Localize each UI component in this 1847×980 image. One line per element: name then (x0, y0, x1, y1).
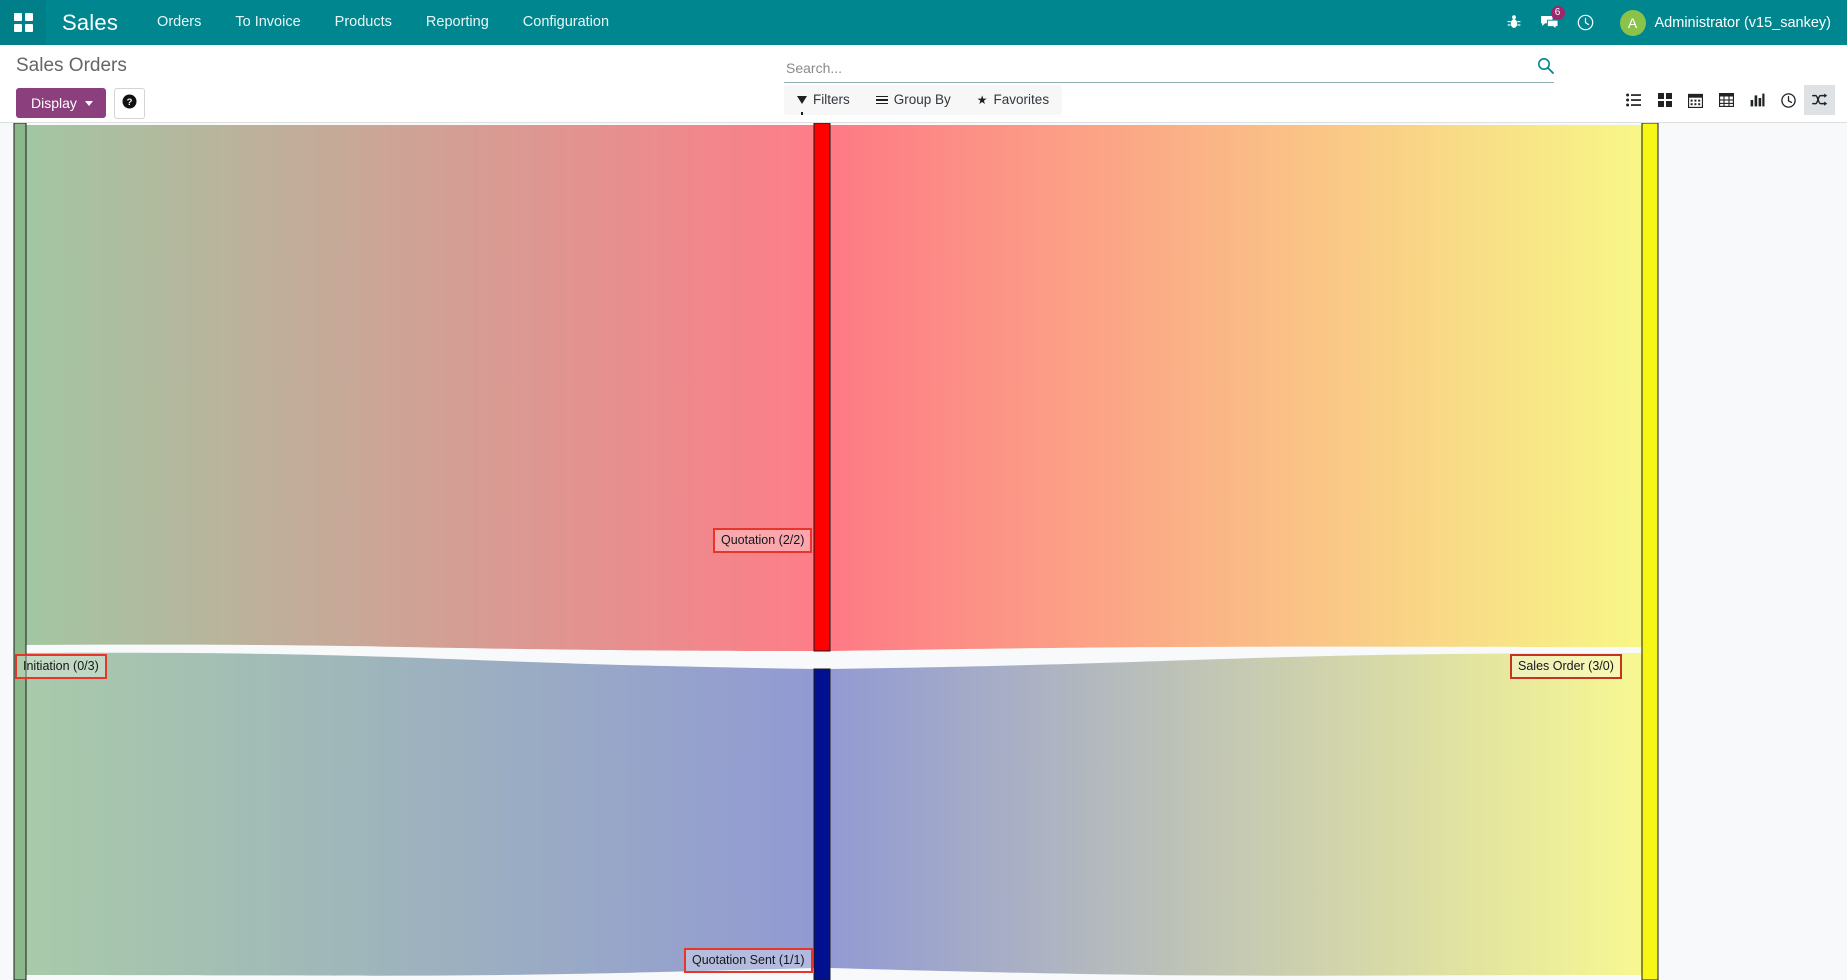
app-brand-sales[interactable]: Sales (46, 10, 140, 36)
view-switcher-calendar[interactable] (1680, 85, 1711, 115)
view-switcher-activity[interactable] (1773, 85, 1804, 115)
view-switcher-sankey[interactable] (1804, 85, 1835, 115)
debug-bug-icon[interactable] (1496, 0, 1532, 45)
apps-grid-icon (14, 13, 33, 32)
page-title: Sales Orders (16, 53, 127, 79)
clock-view-icon (1781, 93, 1796, 108)
nav-item-reporting[interactable]: Reporting (409, 0, 506, 45)
search-bar[interactable] (784, 57, 1554, 83)
group-by-label: Group By (894, 85, 951, 115)
hamburger-lines-icon (876, 96, 888, 105)
sankey-link-initiation-quotation[interactable] (26, 125, 814, 651)
view-switcher-list[interactable] (1618, 85, 1649, 115)
control-panel-bottom-row: Display ? Filters Group By ★ Favor (0, 83, 1847, 123)
nav-item-orders[interactable]: Orders (140, 0, 218, 45)
username-label: Administrator (v15_sankey) (1655, 15, 1832, 31)
navbar-systray: 6 A Administrator (v15_sankey) (1496, 0, 1832, 45)
display-button-label: Display (31, 95, 77, 111)
favorites-label: Favorites (994, 85, 1050, 115)
display-button[interactable]: Display (16, 88, 106, 118)
sankey-node-quotation[interactable] (814, 123, 830, 651)
sankey-link-quotation-sent-sales-order[interactable] (830, 653, 1642, 976)
nav-item-products[interactable]: Products (318, 0, 409, 45)
filters-dropdown-button[interactable]: Filters (784, 85, 863, 115)
search-facets-group: Filters Group By ★ Favorites (784, 85, 1062, 115)
user-menu[interactable]: A Administrator (v15_sankey) (1604, 10, 1832, 36)
view-switcher (1618, 85, 1835, 115)
sankey-node-initiation[interactable] (14, 123, 26, 980)
group-by-dropdown-button[interactable]: Group By (863, 85, 964, 115)
apps-menu-button[interactable] (0, 0, 46, 45)
messages-button[interactable]: 6 (1532, 0, 1568, 45)
sankey-label-sales-order[interactable]: Sales Order (3/0) (1510, 654, 1622, 679)
svg-text:?: ? (127, 97, 133, 108)
search-icon[interactable] (1529, 57, 1554, 79)
sankey-label-quotation-sent[interactable]: Quotation Sent (1/1) (684, 948, 813, 973)
bar-chart-view-icon (1750, 93, 1765, 107)
filters-label: Filters (813, 85, 850, 115)
sankey-node-sales-order[interactable] (1642, 123, 1658, 980)
nav-item-to-invoice[interactable]: To Invoice (218, 0, 317, 45)
sankey-chart: Initiation (0/3) Quotation (2/2) Quotati… (0, 123, 1847, 980)
top-navbar: Sales Orders To Invoice Products Reporti… (0, 0, 1847, 45)
kanban-view-icon (1658, 93, 1672, 107)
chevron-down-icon (85, 101, 93, 106)
question-mark-circle-icon: ? (122, 94, 137, 113)
activity-clock-icon[interactable] (1568, 0, 1604, 45)
nav-item-configuration[interactable]: Configuration (506, 0, 626, 45)
favorites-dropdown-button[interactable]: ★ Favorites (964, 85, 1062, 115)
help-button[interactable]: ? (114, 88, 145, 119)
list-view-icon (1626, 93, 1641, 107)
sankey-label-quotation[interactable]: Quotation (2/2) (713, 528, 812, 553)
control-panel: Sales Orders Display ? (0, 45, 1847, 123)
view-switcher-kanban[interactable] (1649, 85, 1680, 115)
search-input[interactable] (784, 60, 1529, 77)
messages-count-badge: 6 (1551, 6, 1565, 20)
avatar: A (1620, 10, 1646, 36)
sankey-link-initiation-quotation-sent[interactable] (26, 653, 814, 976)
pivot-table-view-icon (1719, 93, 1734, 107)
sankey-svg (0, 123, 1847, 980)
sankey-link-quotation-sales-order[interactable] (830, 125, 1642, 651)
sankey-node-quotation-sent[interactable] (814, 669, 830, 980)
star-icon: ★ (977, 94, 988, 106)
calendar-view-icon (1688, 93, 1703, 108)
funnel-icon (797, 96, 807, 104)
view-switcher-pivot[interactable] (1711, 85, 1742, 115)
sankey-label-initiation[interactable]: Initiation (0/3) (15, 654, 107, 679)
shuffle-sankey-view-icon (1812, 93, 1828, 107)
view-switcher-graph[interactable] (1742, 85, 1773, 115)
